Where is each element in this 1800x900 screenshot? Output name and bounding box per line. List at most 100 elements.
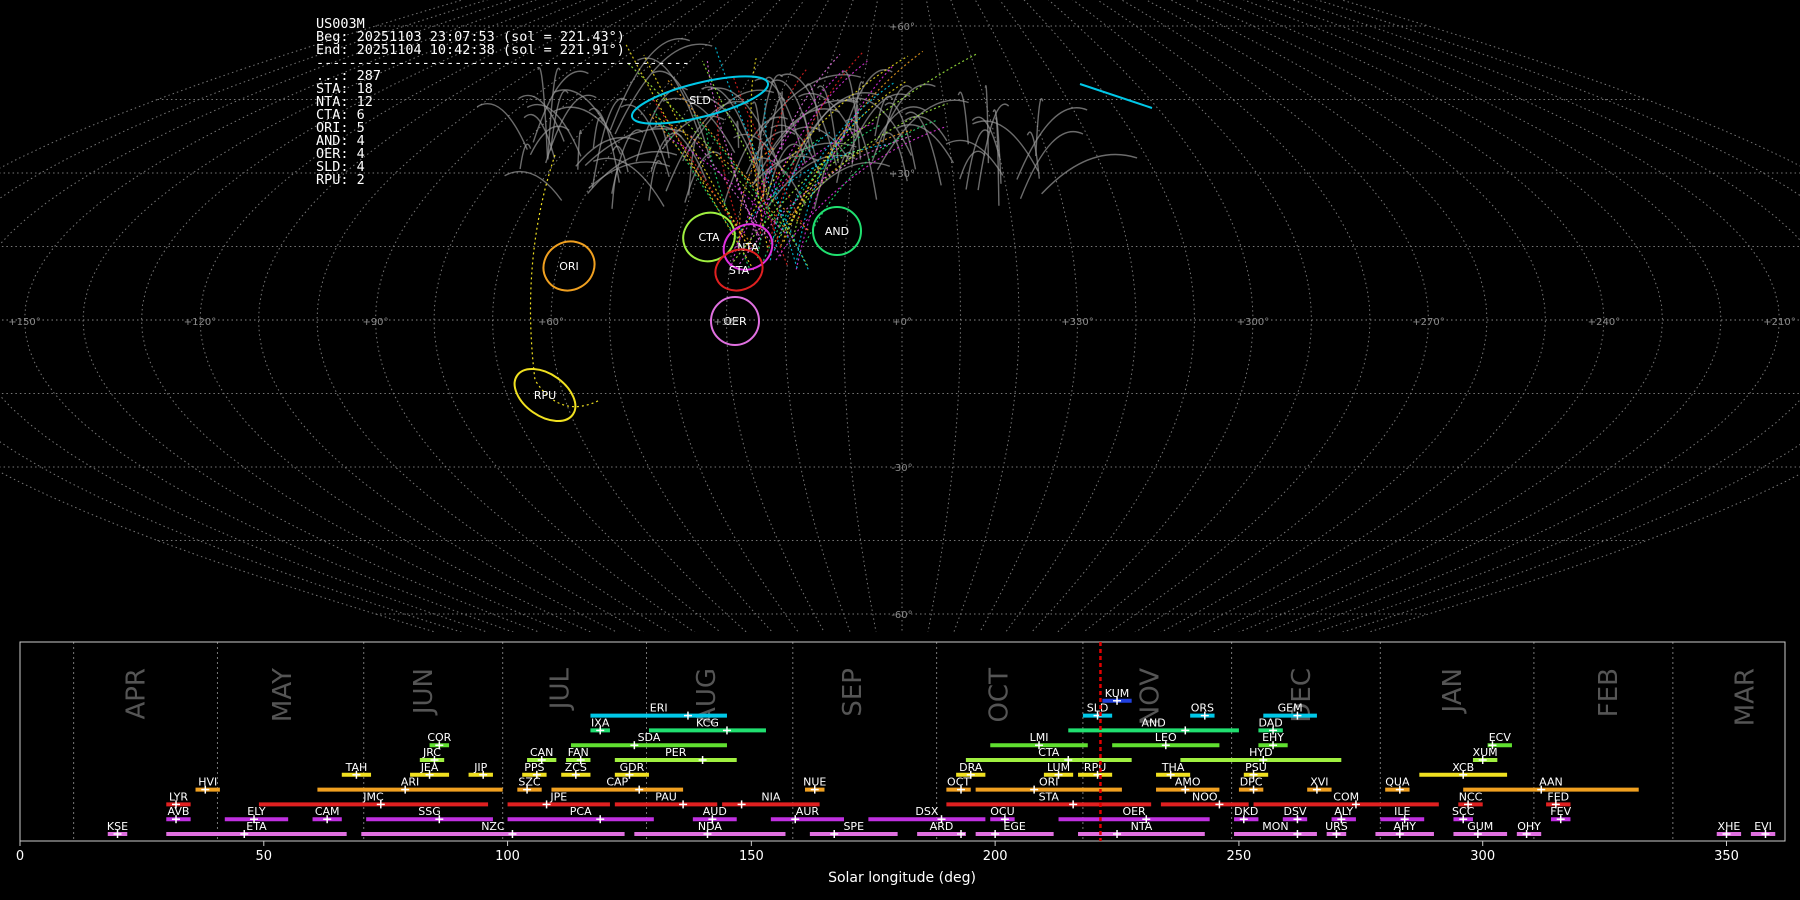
longitude-label: +300° [1237,317,1269,328]
shower-label: JIP [473,761,487,774]
shower-label: JPE [549,790,567,803]
meridian-line [1072,0,1313,632]
shower-qua: QUA [1385,776,1410,794]
longitude-label: +330° [1061,317,1093,328]
radiant-ori: ORI [542,240,596,292]
shower-label: ARI [401,776,419,789]
meridian-line [950,0,1020,632]
count-row: AND: 4 [316,133,365,149]
shower-nda: NDA [634,820,786,838]
shower-szc: SZC [517,776,542,794]
count-row: RPU: 2 [316,172,365,188]
shower-label: ORS [1191,702,1214,715]
shower-label: DAD [1258,716,1282,729]
shower-label: NIA [761,790,780,803]
radiant-cta: CTA [682,211,736,263]
shower-tah: TAH [341,761,372,779]
shower-label: AVB [168,805,190,818]
shower-dsx: DSX [868,805,986,824]
shower-label: AUD [703,805,727,818]
shower-label: LUM [1047,761,1070,774]
shower-label: IXA [591,716,610,729]
shower-label: SDA [638,731,661,744]
meridian-line [1340,0,1800,632]
month-label: JUN [409,668,439,716]
shower-label: DSX [915,805,938,818]
longitude-label: +150° [8,317,40,328]
shower-label: DRA [959,761,983,774]
shower-trail [733,77,807,231]
shower-cam: CAM [312,805,342,824]
shower-label: ELY [247,805,266,818]
shower-ixa: IXA [590,716,610,735]
x-tick-label: 0 [16,849,24,864]
shower-label: ECV [1489,731,1512,744]
shower-dpc: DPC [1238,776,1264,794]
meridian-line [1023,0,1196,632]
x-tick-label: 150 [739,849,764,864]
shower-label: OCU [990,805,1014,818]
shower-fev: FEV [1550,805,1572,824]
shower-nue: NUE [803,776,826,794]
count-row: CTA: 6 [316,107,365,123]
count-row: OER: 4 [316,146,365,162]
shower-label: LEO [1155,731,1177,744]
shower-and: AND [1068,716,1239,735]
shower-label: AHY [1393,820,1416,833]
sporadic-trail [1035,98,1044,157]
month-label: JUL [546,667,576,711]
shower-trail [1079,83,1153,109]
shower-label: SPE [843,820,864,833]
shower-label: RPU [1084,761,1106,774]
shower-label: STA [1039,790,1060,803]
meridian-line [1291,0,1800,632]
shower-label: PSU [1245,761,1267,774]
shower-leo: LEO [1112,731,1220,750]
latitude-label: -30° [891,463,912,474]
x-tick-label: 100 [495,849,520,864]
latitude-label: +60° [889,22,915,33]
longitude-label: +270° [1412,317,1444,328]
shower-ors: ORS [1190,702,1215,720]
shower-bars: KUM ERI SLD ORS GEM IXA KCG AND DAD COR SDA LMI LEO E… [107,687,1776,838]
shower-label: DSV [1284,805,1307,818]
shower-label: JEA [420,761,439,774]
shower-label: EHY [1262,731,1284,744]
shower-label: XUM [1473,746,1498,759]
count-row: ORI: 5 [316,120,365,136]
month-label: MAR [1730,668,1760,726]
shower-ard: ARD [917,820,966,838]
shower-spe: SPE [809,820,898,838]
latitude-label: +30° [889,169,915,180]
sporadic-trail [1019,130,1084,200]
x-tick-label: 200 [983,849,1008,864]
month-label: JAN [1438,668,1468,714]
shower-label: OCT [947,776,970,789]
shower-label: EGE [1003,820,1025,833]
shower-label: QUA [1385,776,1410,789]
shower-label: CAN [530,746,553,759]
shower-xum: XUM [1473,746,1498,764]
shower-label: SCC [1452,805,1475,818]
shower-label: GUM [1467,820,1493,833]
shower-nzc: NZC [361,820,625,838]
longitude-label: +30° [713,317,739,328]
shower-sda: SDA [570,731,727,750]
shower-label: FAN [568,746,589,759]
shower-label: COR [427,731,451,744]
sporadic-trail [945,139,1004,176]
shower-label: PPS [524,761,544,774]
shower-label: OER [1122,805,1146,818]
shower-jmc: JMC [258,790,489,809]
shower-hvi: HVI [195,776,220,794]
longitude-label: +90° [362,317,388,328]
shower-label: KSE [107,820,128,833]
shower-eta: ETA [166,820,347,838]
shower-label: XCB [1452,761,1474,774]
longitude-label: +60° [538,317,564,328]
x-tick-label: 250 [1227,849,1252,864]
shower-sld: SLD [1082,702,1113,720]
sporadic-trail [1041,153,1138,195]
shower-label: AAN [1539,776,1563,789]
shower-counts: ...: 287 STA: 18 NTA: 12 CTA: 6 ORI: 5 AND: 4… [316,69,690,188]
